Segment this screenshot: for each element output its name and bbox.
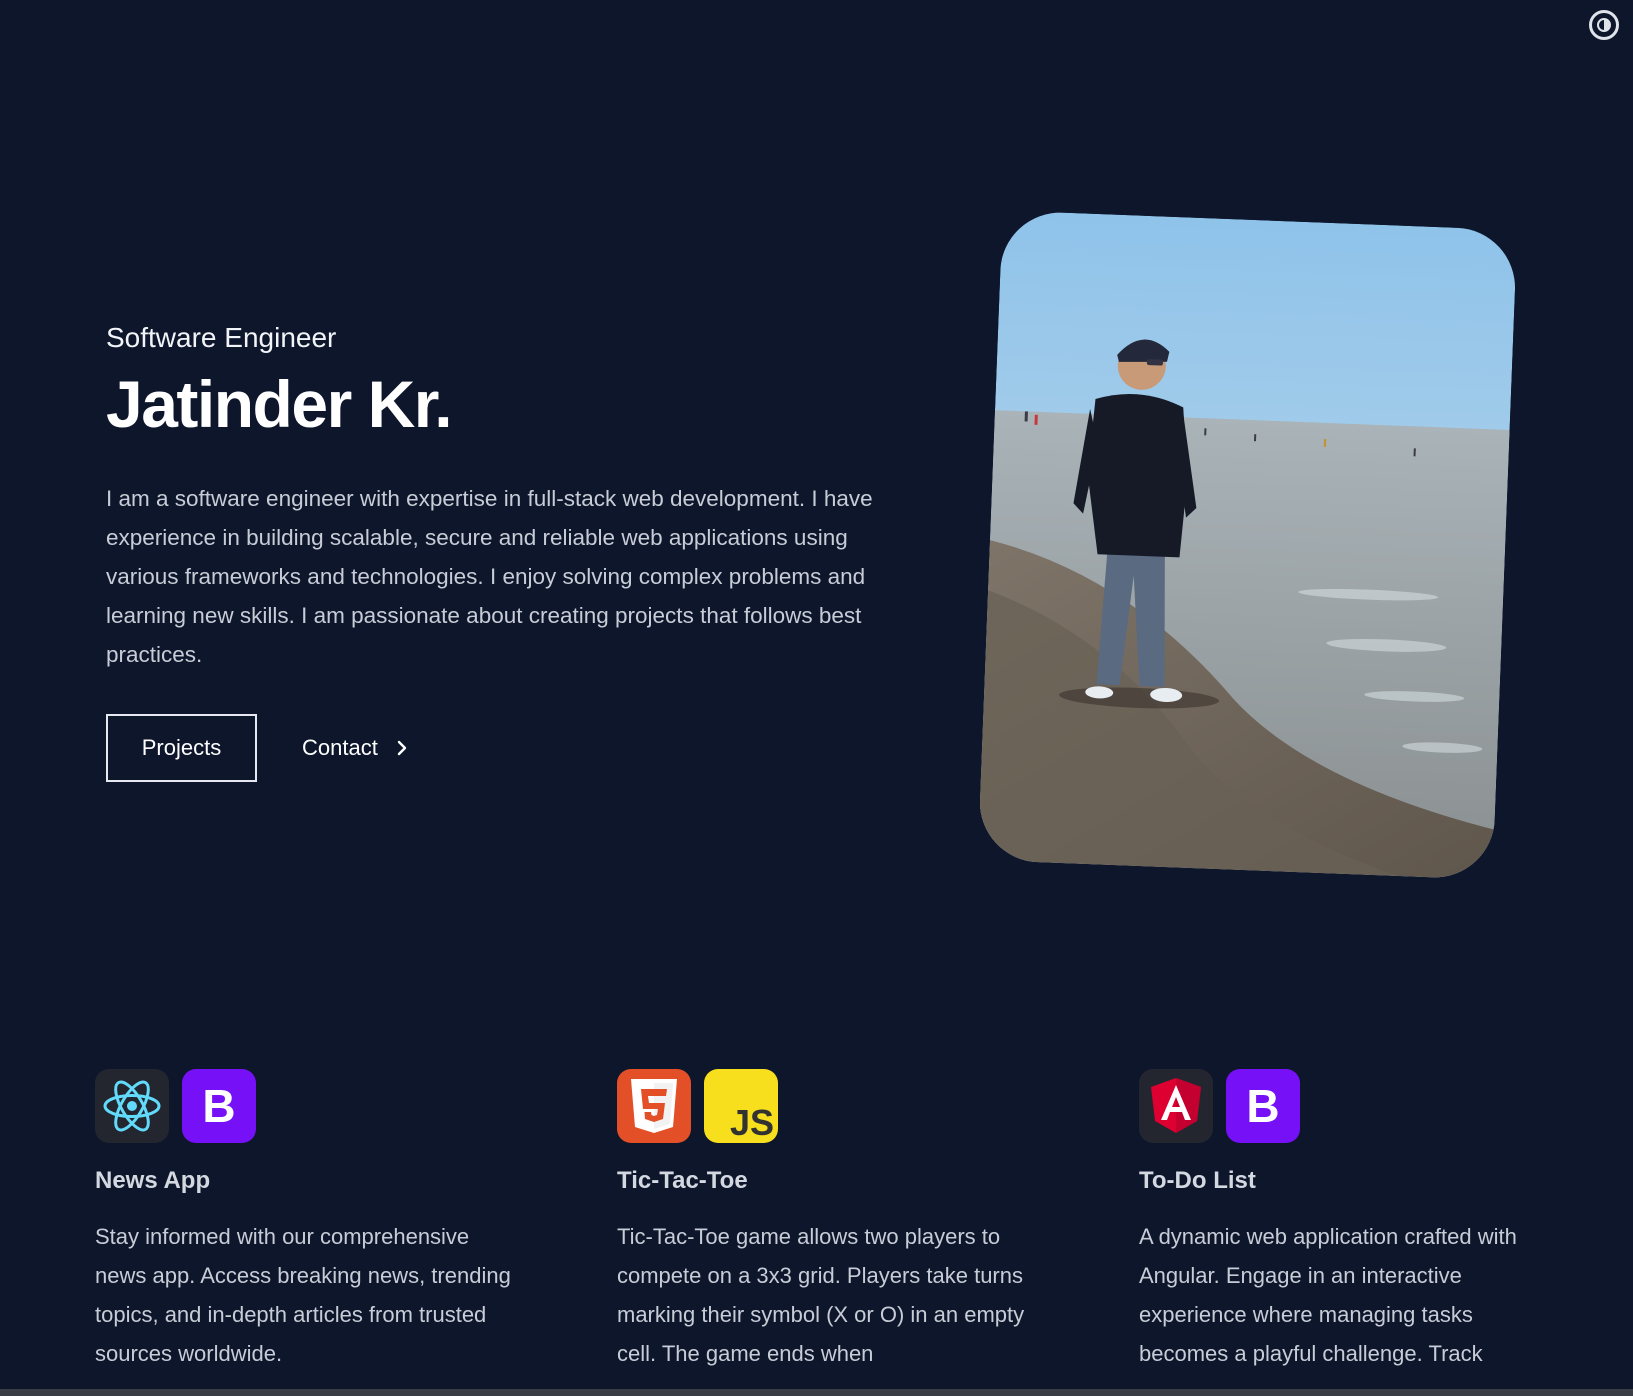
tech-icons: B: [95, 1069, 515, 1143]
project-description: Stay informed with our comprehensive new…: [95, 1224, 511, 1366]
project-card-news-app[interactable]: B News App Stay informed with our compre…: [95, 1069, 515, 1373]
hero-bio: I am a software engineer with expertise …: [106, 485, 873, 667]
portfolio-page: Software Engineer Jatinder Kr. I am a so…: [0, 0, 1633, 1396]
hero-role: Software Engineer: [106, 322, 337, 353]
project-title: To-Do List: [1139, 1167, 1256, 1194]
contact-label: Contact: [302, 734, 378, 760]
angular-icon: [1139, 1069, 1213, 1143]
project-title: Tic-Tac-Toe: [617, 1167, 748, 1194]
project-title: News App: [95, 1167, 211, 1194]
svg-text:JS: JS: [730, 1102, 774, 1143]
horizontal-scrollbar[interactable]: [0, 1389, 1633, 1396]
tech-icons: JS: [617, 1069, 1037, 1143]
svg-text:B: B: [202, 1081, 235, 1131]
projects-button[interactable]: Projects: [106, 713, 257, 782]
html5-icon: [617, 1069, 691, 1143]
react-icon: [95, 1069, 169, 1143]
javascript-icon: JS: [704, 1069, 778, 1143]
tech-icons: B: [1139, 1069, 1559, 1143]
hero-section: Software Engineer Jatinder Kr. I am a so…: [106, 322, 886, 782]
bootstrap-icon: B: [1226, 1069, 1300, 1143]
svg-text:B: B: [1246, 1081, 1279, 1131]
chevron-right-icon: [396, 739, 408, 757]
bootstrap-icon: B: [182, 1069, 256, 1143]
contrast-icon: [1597, 18, 1611, 32]
hero-name: Jatinder Kr.: [106, 367, 453, 441]
profile-photo: [977, 210, 1518, 880]
project-description: Tic-Tac-Toe game allows two players to c…: [617, 1224, 1025, 1366]
project-card-tic-tac-toe[interactable]: JS Tic-Tac-Toe Tic-Tac-Toe game allows t…: [617, 1069, 1037, 1373]
project-description: A dynamic web application crafted with A…: [1139, 1224, 1517, 1366]
hero-actions: Projects Contact: [106, 713, 886, 782]
theme-toggle-icon[interactable]: [1589, 10, 1619, 40]
contact-link[interactable]: Contact: [302, 735, 408, 761]
project-card-to-do-list[interactable]: B To-Do List A dynamic web application c…: [1139, 1069, 1559, 1373]
